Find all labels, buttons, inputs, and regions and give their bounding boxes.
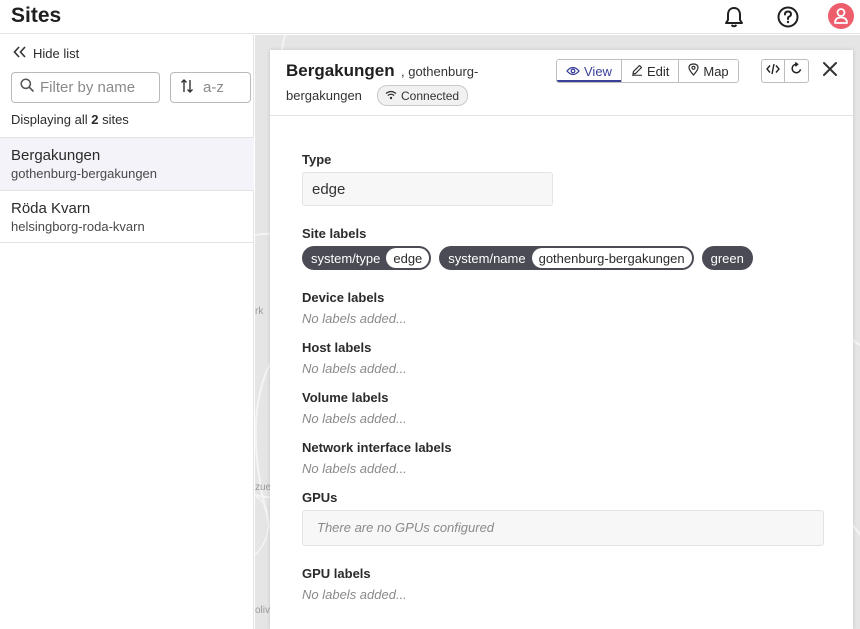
sites-sidebar: Hide list a-z Displaying all 2 sites Ber… [0, 35, 254, 629]
device-labels-label: Device labels [302, 290, 385, 305]
label-value: edge [386, 248, 430, 268]
view-mode-tabs: View Edit Map [556, 59, 739, 83]
gpu-labels-empty: No labels added... [302, 587, 407, 602]
site-labels-label: Site labels [302, 226, 367, 241]
site-list: Bergakungen gothenburg-bergakungen Röda … [0, 137, 254, 243]
map-place-label: rk [255, 306, 264, 317]
eye-icon [566, 64, 580, 79]
close-icon [822, 61, 838, 82]
help-icon[interactable] [776, 5, 800, 29]
site-slug-part1: , gothenburg- [401, 64, 479, 79]
tab-view[interactable]: View [557, 60, 622, 82]
site-slug: gothenburg-bergakungen [11, 166, 158, 181]
panel-tools [761, 59, 809, 83]
displaying-prefix: Displaying all [11, 112, 88, 127]
site-detail-panel: Bergakungen , gothenburg- bergakungen Co… [270, 50, 853, 629]
tab-edit[interactable]: Edit [621, 60, 680, 82]
gpus-empty: There are no GPUs configured [302, 510, 824, 546]
user-avatar-icon[interactable] [828, 3, 854, 29]
sort-label: a-z [203, 79, 224, 96]
tab-map-label: Map [703, 63, 729, 79]
wifi-icon [385, 89, 397, 103]
site-labels-list: system/type edge system/name gothenburg-… [302, 246, 753, 270]
label-key: system/type [311, 250, 381, 266]
label-chip: system/type edge [302, 246, 432, 270]
map-place-label: zue [255, 482, 272, 493]
sort-arrows-icon [180, 78, 194, 98]
device-labels-empty: No labels added... [302, 311, 407, 326]
sort-button[interactable]: a-z [170, 72, 251, 103]
hide-list-label: Hide list [33, 46, 80, 61]
label-chip: green [701, 246, 753, 270]
tab-map[interactable]: Map [679, 60, 738, 82]
tab-view-label: View [584, 63, 612, 79]
label-value: gothenburg-bergakungen [531, 248, 692, 268]
list-item[interactable]: Röda Kvarn helsingborg-roda-kvarn [0, 190, 254, 243]
host-labels-label: Host labels [302, 340, 372, 355]
displaying-count: 2 [91, 112, 99, 127]
top-bar: Sites [0, 0, 860, 34]
connection-status-text: Connected [401, 88, 460, 103]
bell-icon[interactable] [722, 5, 746, 29]
displaying-count-text: Displaying all 2 sites [11, 112, 129, 127]
host-labels-empty: No labels added... [302, 361, 407, 376]
list-item[interactable]: Bergakungen gothenburg-bergakungen [0, 137, 254, 190]
network-labels-label: Network interface labels [302, 440, 452, 455]
hide-list-button[interactable]: Hide list [13, 46, 79, 61]
connection-status-badge: Connected [377, 85, 469, 106]
code-view-button[interactable] [762, 60, 785, 82]
site-name: Bergakungen [11, 147, 101, 164]
double-chevron-left-icon [13, 46, 27, 61]
page-title: Sites [11, 4, 62, 27]
volume-labels-label: Volume labels [302, 390, 389, 405]
site-slug: helsingborg-roda-kvarn [11, 219, 145, 234]
panel-header: Bergakungen , gothenburg- bergakungen Co… [270, 50, 853, 116]
gpu-labels-label: GPU labels [302, 566, 371, 581]
tab-edit-label: Edit [646, 63, 670, 79]
filter-input[interactable] [40, 79, 150, 96]
network-labels-empty: No labels added... [302, 461, 407, 476]
search-icon [20, 78, 34, 97]
volume-labels-empty: No labels added... [302, 411, 407, 426]
label-chip: system/name gothenburg-bergakungen [439, 246, 694, 270]
filter-field[interactable] [11, 72, 160, 103]
gpus-label: GPUs [302, 490, 338, 505]
pencil-icon [631, 64, 643, 79]
site-title: Bergakungen [286, 61, 395, 80]
type-label: Type [302, 152, 332, 167]
close-button[interactable] [820, 61, 840, 81]
displaying-suffix: sites [102, 112, 129, 127]
map-pin-icon [688, 63, 699, 79]
refresh-icon [790, 62, 803, 80]
code-icon [766, 62, 780, 80]
type-value: edge [302, 172, 553, 206]
label-key: system/name [448, 250, 526, 266]
refresh-button[interactable] [785, 60, 808, 82]
site-name: Röda Kvarn [11, 200, 91, 217]
label-key: green [710, 250, 744, 266]
site-slug-part2: bergakungen [286, 88, 362, 103]
